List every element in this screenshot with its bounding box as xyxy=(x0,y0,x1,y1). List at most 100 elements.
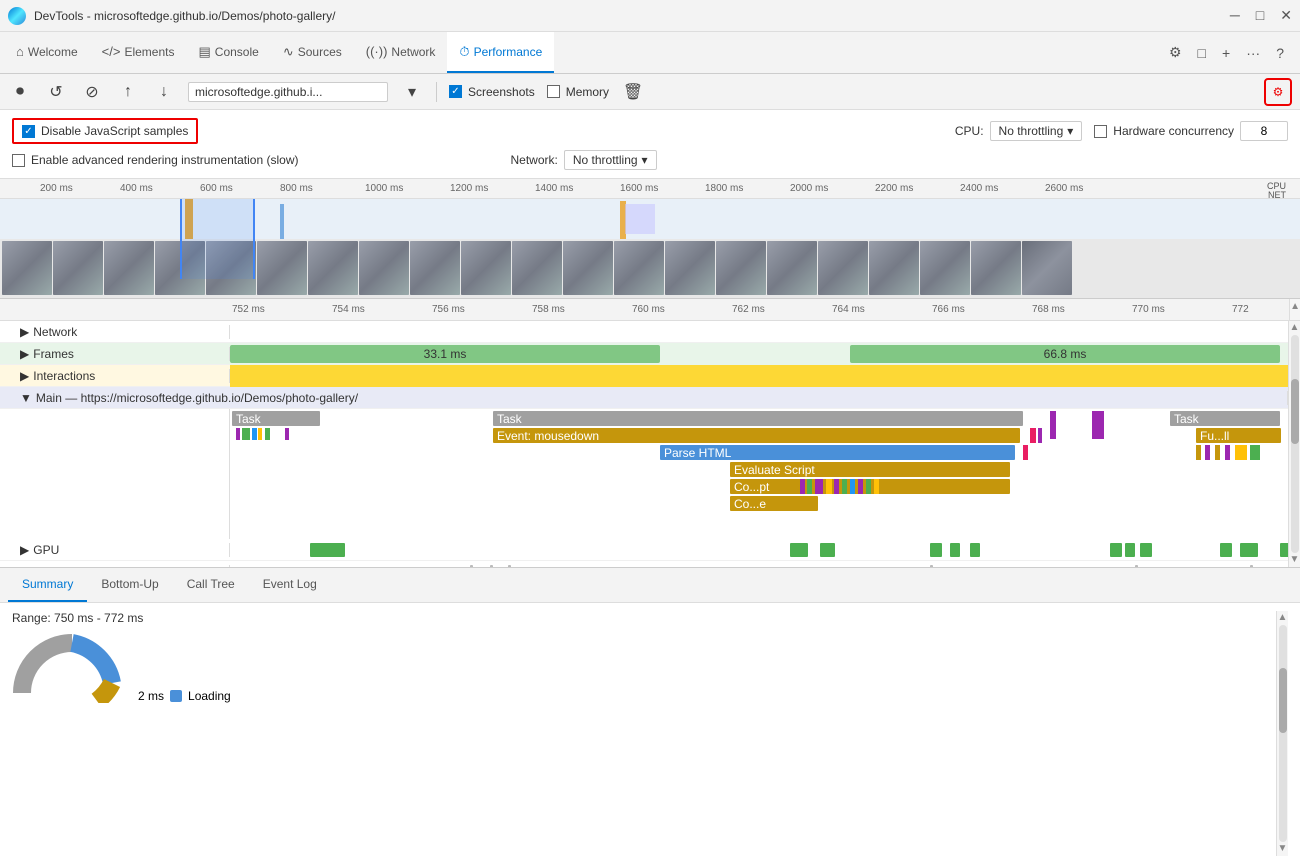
cpu-throttle-dropdown[interactable]: No throttling ▾ xyxy=(990,121,1083,141)
evaluate-script-label: Evaluate Script xyxy=(734,463,815,477)
download-profile-button[interactable]: ↓ xyxy=(152,80,176,104)
tab-event-log[interactable]: Event Log xyxy=(249,568,331,602)
bottom-scroll-track[interactable] xyxy=(1279,625,1287,843)
tick-200ms: 200 ms xyxy=(40,183,73,194)
vertical-scrollbar[interactable]: ▲ ▼ xyxy=(1288,321,1300,567)
frames-track-arrow[interactable]: ▶ xyxy=(20,347,29,361)
small-block-purple-4 xyxy=(815,479,823,494)
performance-icon: ⏱ xyxy=(459,44,469,60)
screenshot-thumb xyxy=(257,241,307,295)
child-gray-2 xyxy=(490,565,493,567)
tab-welcome[interactable]: ⌂ Welcome xyxy=(4,32,90,73)
screenshot-strip xyxy=(0,239,1300,299)
cpu-label: CPU: xyxy=(955,124,984,138)
more-options-icon[interactable]: ··· xyxy=(1242,41,1264,65)
marker-tall-1 xyxy=(1050,411,1056,439)
scroll-down-arrow[interactable]: ▼ xyxy=(1290,555,1300,565)
small-block-green-3 xyxy=(807,479,812,494)
screenshot-thumb xyxy=(155,241,205,295)
track-frames-label: ▶ Frames xyxy=(0,347,230,361)
main-track-arrow[interactable]: ▼ xyxy=(20,391,32,405)
scroll-track[interactable] xyxy=(1291,335,1299,553)
compile-bar-2: Co...e xyxy=(730,496,818,511)
hw-concurrency-checkbox[interactable] xyxy=(1094,125,1107,138)
tick-2400ms: 2400 ms xyxy=(960,183,998,194)
delete-profile-button[interactable]: 🗑 xyxy=(621,80,645,104)
bottom-scroll-down[interactable]: ▼ xyxy=(1278,844,1288,854)
record-button[interactable]: ⏺ xyxy=(8,80,32,104)
tab-summary[interactable]: Summary xyxy=(8,568,87,602)
tab-bottom-up[interactable]: Bottom-Up xyxy=(87,568,172,602)
interactions-track-arrow[interactable]: ▶ xyxy=(20,369,29,383)
network-track-arrow[interactable]: ▶ xyxy=(20,325,29,339)
scroll-thumb[interactable] xyxy=(1291,379,1299,444)
help-icon[interactable]: ? xyxy=(1272,41,1288,65)
memory-checkbox-group: Memory xyxy=(547,85,609,99)
tick-600ms: 600 ms xyxy=(200,183,233,194)
memory-checkbox[interactable] xyxy=(547,85,560,98)
legend-loading: 2 ms Loading xyxy=(138,689,231,703)
tab-call-tree-label: Call Tree xyxy=(187,577,235,591)
mousedown-label: Event: mousedown xyxy=(497,429,599,443)
bottom-panel-scrollbar[interactable]: ▲ ▼ xyxy=(1276,611,1288,857)
compile-script-label: Co...pt xyxy=(734,480,769,494)
memory-label[interactable]: Memory xyxy=(566,85,609,99)
bottom-scroll-up[interactable]: ▲ xyxy=(1278,613,1288,623)
hw-concurrency-input[interactable] xyxy=(1240,121,1288,141)
url-dropdown-icon[interactable]: ▾ xyxy=(400,80,424,104)
tab-performance[interactable]: ⏱ Performance xyxy=(447,32,554,73)
window-controls: ─ □ ✕ xyxy=(1230,7,1292,24)
clear-button[interactable]: ⊘ xyxy=(80,80,104,104)
cpu-dropdown-arrow: ▾ xyxy=(1067,124,1073,138)
timeline-hscroll[interactable]: ▲ xyxy=(1289,299,1300,321)
mark-760: 760 ms xyxy=(632,304,665,315)
maximize-button[interactable]: □ xyxy=(1256,7,1264,24)
tab-call-tree[interactable]: Call Tree xyxy=(173,568,249,602)
frames-canvas: 33.1 ms 66.8 ms xyxy=(230,343,1288,365)
tab-network-label: Network xyxy=(391,45,435,59)
screenshot-thumb xyxy=(308,241,358,295)
close-button[interactable]: ✕ xyxy=(1280,7,1292,24)
timeline-overview[interactable]: 200 ms 400 ms 600 ms 800 ms 1000 ms 1200… xyxy=(0,179,1300,299)
reload-record-button[interactable]: ↺ xyxy=(44,80,68,104)
panel-toggle-icon[interactable]: □ xyxy=(1194,41,1210,65)
track-gpu: ▶ GPU xyxy=(0,539,1288,561)
tick-400ms: 400 ms xyxy=(120,183,153,194)
mark-754: 754 ms xyxy=(332,304,365,315)
frame-bar-1: 33.1 ms xyxy=(230,345,660,363)
network-value: No throttling xyxy=(573,153,638,167)
flame-inner: ▶ Network ▶ Frames 33.1 ms xyxy=(0,321,1288,567)
rendering-checkbox-group: Enable advanced rendering instrumentatio… xyxy=(12,153,299,167)
screenshot-thumb xyxy=(563,241,613,295)
tab-console[interactable]: ▤ Console xyxy=(186,32,270,73)
network-throttle-dropdown[interactable]: No throttling ▾ xyxy=(564,150,657,170)
marker-pink-1 xyxy=(1030,428,1036,443)
settings-gear-icon[interactable]: ⚙ xyxy=(1165,40,1186,65)
bottom-scroll-thumb[interactable] xyxy=(1279,668,1287,733)
cpu-value: No throttling xyxy=(999,124,1064,138)
enable-rendering-checkbox[interactable] xyxy=(12,154,25,167)
screenshots-checkbox[interactable] xyxy=(449,85,462,98)
tab-sources[interactable]: ∿ Sources xyxy=(271,32,354,73)
performance-settings-button[interactable]: ⚙ xyxy=(1264,78,1292,106)
settings-panel: Disable JavaScript samples CPU: No throt… xyxy=(0,110,1300,179)
upload-profile-button[interactable]: ↑ xyxy=(116,80,140,104)
main-track-text: Main — https://microsoftedge.github.io/D… xyxy=(36,391,358,405)
mark-762: 762 ms xyxy=(732,304,765,315)
scroll-up-arrow[interactable]: ▲ xyxy=(1290,323,1300,333)
compile-bar-2-label: Co...e xyxy=(734,497,766,511)
minimize-button[interactable]: ─ xyxy=(1230,7,1240,24)
frame-bar-2-label: 66.8 ms xyxy=(1044,347,1087,361)
tab-elements[interactable]: </> Elements xyxy=(90,32,187,73)
mark-758: 758 ms xyxy=(532,304,565,315)
disable-js-samples-checkbox[interactable] xyxy=(22,125,35,138)
detail-ruler: 752 ms 754 ms 756 ms 758 ms 760 ms 762 m… xyxy=(0,299,1300,321)
gpu-track-arrow[interactable]: ▶ xyxy=(20,543,29,557)
tab-network[interactable]: ((·)) Network xyxy=(354,32,448,73)
screenshots-label[interactable]: Screenshots xyxy=(468,85,535,99)
add-tab-button[interactable]: + xyxy=(1218,41,1234,65)
small-block-green-2 xyxy=(265,428,270,440)
mark-756: 756 ms xyxy=(432,304,465,315)
chrome-child-arrow[interactable]: ▶ xyxy=(20,565,29,567)
screenshot-thumb xyxy=(767,241,817,295)
